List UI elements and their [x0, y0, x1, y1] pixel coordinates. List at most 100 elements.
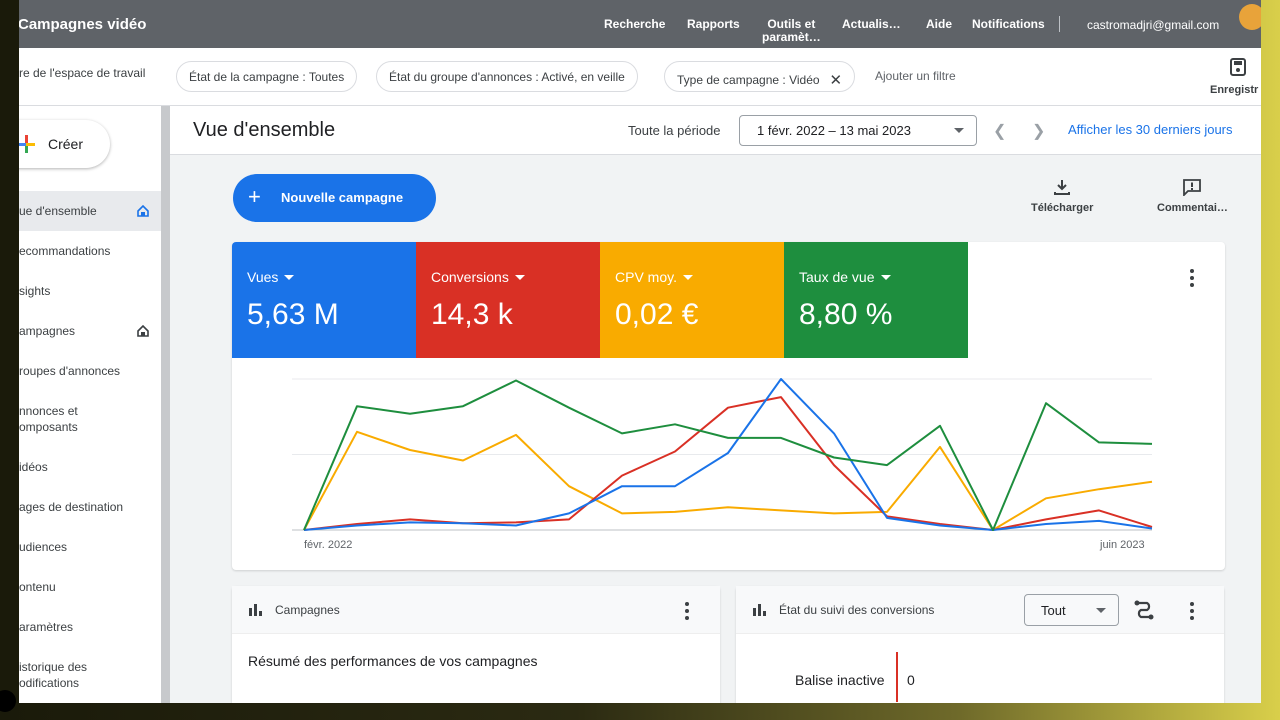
metric-conversions[interactable]: Conversions 14,3 k: [416, 242, 600, 358]
topbar-divider: [1059, 16, 1060, 32]
chevron-right-icon[interactable]: ❯: [1032, 121, 1045, 141]
metric-label-text: Taux de vue: [799, 269, 875, 285]
metric-label[interactable]: Taux de vue: [799, 269, 891, 285]
performance-chart-card: Vues 5,63 M Conversions 14,3 k CPV moy. …: [232, 242, 1225, 570]
nav-search[interactable]: Recherche: [604, 18, 665, 31]
sidebar-item-content[interactable]: ontenu: [19, 567, 161, 607]
date-range-select[interactable]: 1 févr. 2022 – 13 mai 2023: [739, 115, 977, 146]
metric-value: 8,80 %: [799, 298, 893, 331]
nav-notifications[interactable]: Notifications: [972, 18, 1045, 31]
sidebar-item-label: istorique des odifications: [19, 660, 88, 690]
metric-avg-cpv[interactable]: CPV moy. 0,02 €: [600, 242, 784, 358]
route-icon[interactable]: [1133, 598, 1155, 620]
sidebar-item-audiences[interactable]: udiences: [19, 527, 161, 567]
caret-down-icon: [682, 275, 693, 280]
caret-down-icon: [880, 275, 891, 280]
create-label: Créer: [48, 136, 84, 152]
app-title: Campagnes vidéo: [19, 16, 147, 33]
decorative-dot: [0, 690, 16, 712]
inactive-tag-value: 0: [907, 672, 915, 688]
metric-label-text: CPV moy.: [615, 269, 677, 285]
download-button[interactable]: Télécharger: [1031, 178, 1093, 214]
account-email[interactable]: castromadjri@gmail.com: [1087, 18, 1219, 32]
chip-label: Type de campagne : Vidéo: [677, 73, 820, 87]
more-vert-icon[interactable]: [682, 601, 692, 621]
sidebar-item-change-history[interactable]: istorique des odifications: [19, 647, 161, 697]
sidebar-item-label: idéos: [19, 460, 48, 474]
filter-chip-adgroup-status[interactable]: État du groupe d'annonces : Activé, en v…: [376, 61, 638, 92]
sidebar-item-settings[interactable]: aramètres: [19, 607, 161, 647]
feedback-button[interactable]: Commentai…: [1157, 178, 1228, 214]
bar-chart-icon: [753, 604, 766, 616]
chip-label: État de la campagne : Toutes: [189, 70, 345, 84]
sidebar-item-campaigns[interactable]: ampagnes: [19, 311, 161, 351]
last-30-days-link[interactable]: Afficher les 30 derniers jours: [1068, 122, 1233, 137]
workspace-link[interactable]: re de l'espace de travail: [19, 66, 145, 80]
nav-refresh[interactable]: Actualis…: [842, 18, 901, 31]
sidebar-item-ad-groups[interactable]: roupes d'annonces: [19, 351, 161, 391]
save-label[interactable]: Enregistr: [1210, 84, 1258, 96]
caret-down-icon: [514, 275, 525, 280]
caret-down-icon: [284, 275, 295, 280]
top-bar: Campagnes vidéo Recherche Rapports Outil…: [19, 0, 1261, 48]
metric-views[interactable]: Vues 5,63 M: [232, 242, 416, 358]
filter-bar: re de l'espace de travail État de la cam…: [19, 48, 1261, 106]
sidebar-scrollbar[interactable]: [161, 106, 170, 703]
campaigns-card-header: Campagnes: [232, 586, 720, 634]
chevron-down-icon: [954, 128, 964, 133]
sidebar-item-label: ue d'ensemble: [19, 204, 97, 218]
metric-value: 14,3 k: [431, 298, 513, 331]
plus-icon: +: [248, 184, 261, 209]
sidebar-item-label: ontenu: [19, 580, 56, 594]
create-button[interactable]: Créer: [19, 120, 110, 168]
line-chart: [292, 378, 1153, 531]
add-filter-button[interactable]: Ajouter un filtre: [875, 69, 956, 83]
sidebar-item-label: ages de destination: [19, 500, 124, 514]
x-tick-end: juin 2023: [1100, 539, 1145, 551]
sidebar-item-overview[interactable]: ue d'ensemble: [19, 191, 161, 231]
sidebar-item-label: sights: [19, 284, 51, 298]
inactive-tag-bar: [896, 652, 898, 702]
main-content: + Nouvelle campagne Télécharger Commenta…: [170, 156, 1261, 703]
more-vert-icon[interactable]: [1187, 601, 1197, 621]
sidebar-item-recommendations[interactable]: ecommandations: [19, 231, 161, 271]
metric-label[interactable]: CPV moy.: [615, 269, 693, 285]
metric-label-text: Conversions: [431, 269, 509, 285]
conversion-card-header: État du suivi des conversions Tout: [736, 586, 1224, 634]
series-line-cpv-moy-: [303, 430, 1153, 531]
sidebar-item-label: nnonces et omposants: [19, 404, 78, 434]
home-icon: [137, 325, 149, 337]
plus-icon: [19, 135, 35, 153]
x-tick-start: févr. 2022: [304, 539, 353, 551]
metric-label-text: Vues: [247, 269, 279, 285]
save-icon[interactable]: [1230, 58, 1246, 76]
conversion-filter-select[interactable]: Tout: [1024, 594, 1119, 626]
sidebar-item-label: ecommandations: [19, 244, 111, 258]
date-range-value: 1 févr. 2022 – 13 mai 2023: [757, 123, 911, 138]
nav-reports[interactable]: Rapports: [687, 18, 740, 31]
metric-view-rate[interactable]: Taux de vue 8,80 %: [784, 242, 968, 358]
sidebar-item-ads-assets[interactable]: nnonces et omposants: [19, 391, 161, 441]
metric-value: 0,02 €: [615, 298, 699, 331]
chevron-left-icon[interactable]: ❮: [993, 121, 1006, 141]
sidebar-item-landing-pages[interactable]: ages de destination: [19, 487, 161, 527]
conversion-tracking-card: État du suivi des conversions Tout Balis…: [736, 586, 1224, 703]
avatar[interactable]: [1239, 4, 1261, 30]
metric-value: 5,63 M: [247, 298, 339, 331]
filter-chip-campaign-status[interactable]: État de la campagne : Toutes: [176, 61, 358, 92]
main-header: Vue d'ensemble Toute la période 1 févr. …: [170, 106, 1261, 155]
bar-chart-icon: [249, 604, 262, 616]
metric-label[interactable]: Conversions: [431, 269, 525, 285]
metric-label[interactable]: Vues: [247, 269, 295, 285]
nav-help[interactable]: Aide: [926, 18, 952, 31]
feedback-label: Commentai…: [1157, 202, 1228, 214]
more-vert-icon[interactable]: [1187, 268, 1197, 288]
sidebar-item-videos[interactable]: idéos: [19, 447, 161, 487]
filter-chip-campaign-type[interactable]: Type de campagne : Vidéo ✕: [664, 61, 856, 92]
chevron-down-icon: [1096, 608, 1106, 613]
close-icon[interactable]: ✕: [830, 72, 843, 89]
new-campaign-button[interactable]: + Nouvelle campagne: [233, 174, 436, 222]
sidebar-item-label: aramètres: [19, 620, 74, 634]
nav-tools-settings[interactable]: Outils et paramèt…: [762, 18, 821, 44]
sidebar-item-insights[interactable]: sights: [19, 271, 161, 311]
